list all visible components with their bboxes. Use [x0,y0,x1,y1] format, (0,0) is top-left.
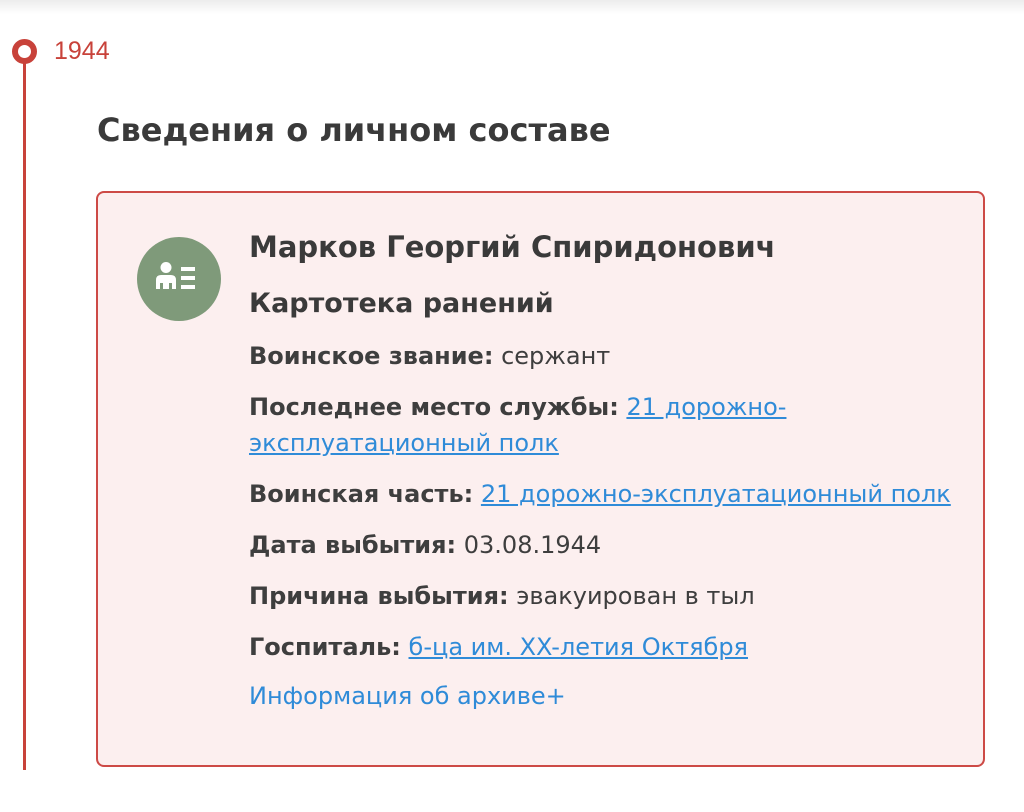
field-rank: Воинское звание: сержант [249,338,959,374]
field-hospital: Госпиталь: б-ца им. XX-летия Октября [249,629,959,665]
field-departure-reason: Причина выбытия: эвакуирован в тыл [249,578,959,614]
field-value: эвакуирован в тыл [516,582,755,610]
person-card-icon [137,237,221,321]
military-unit-link[interactable]: 21 дорожно-эксплуатационный полк [481,480,951,508]
field-label: Воинское звание: [249,342,494,370]
record-card: Марков Георгий Спиридонович Картотека ра… [96,191,985,767]
timeline-year: 1944 [54,37,110,65]
field-military-unit: Воинская часть: 21 дорожно-эксплуатацион… [249,476,959,512]
person-name: Марков Георгий Спиридонович [249,230,776,264]
section-title: Сведения о личном составе [97,111,611,149]
record-type: Картотека ранений [249,288,554,319]
record-details: Марков Георгий Спиридонович Картотека ра… [249,227,959,714]
archive-info-link[interactable]: Информация об архиве+ [249,678,566,714]
field-departure-date: Дата выбытия: 03.08.1944 [249,527,959,563]
field-label: Последнее место службы: [249,393,619,421]
field-label: Госпиталь: [249,633,401,661]
field-label: Дата выбытия: [249,531,457,559]
timeline-line [23,58,26,770]
field-value: 03.08.1944 [463,531,602,559]
field-label: Воинская часть: [249,480,474,508]
hospital-link[interactable]: б-ца им. XX-летия Октября [409,633,748,661]
field-label: Причина выбытия: [249,582,509,610]
field-last-service-place: Последнее место службы: 21 дорожно-экспл… [249,389,959,461]
top-divider-shadow [0,0,1024,14]
field-value: сержант [501,342,611,370]
timeline-marker [12,39,37,64]
